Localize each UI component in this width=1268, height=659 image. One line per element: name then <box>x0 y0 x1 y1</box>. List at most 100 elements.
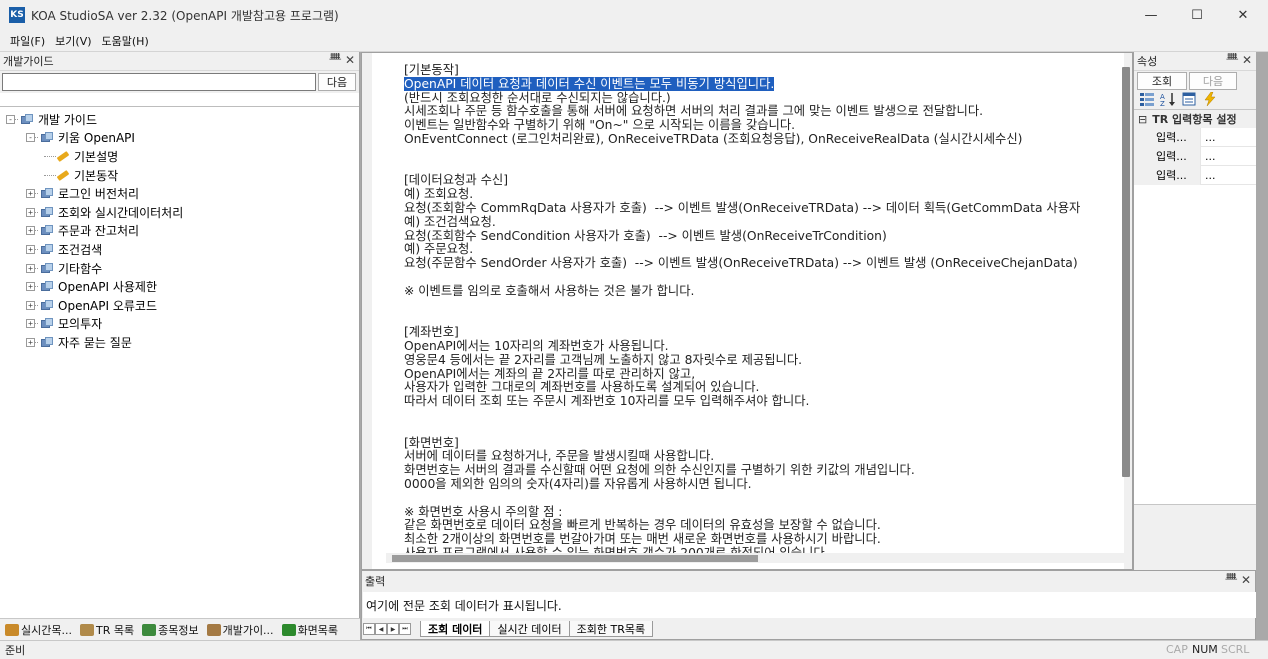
properties-buttons: 조회 다음 <box>1137 72 1237 90</box>
line-text: 0000을 제외한 임의의 숫자(4자리)를 자유롭게 사용하시면 됩니다. <box>404 476 752 491</box>
property-row[interactable]: 입력...... <box>1134 165 1257 185</box>
tree-item-label: 조건검색 <box>58 242 103 257</box>
pin-icon[interactable]: ᚙ <box>1226 574 1238 585</box>
tree-item[interactable]: + 기타함수 <box>0 259 359 278</box>
last-tab-icon[interactable]: ⏭ <box>399 623 411 635</box>
pencil-icon <box>56 169 70 181</box>
properties-header: 속성 ᚙ ✕ <box>1134 52 1256 71</box>
left-tab[interactable]: 종목정보 <box>137 620 201 640</box>
properties-panel: 속성 ᚙ ✕ 조회 다음 AZ ⊟ TR 입력항목 설정 입력...... 입력.… <box>1133 52 1257 570</box>
left-tab[interactable]: TR 목록 <box>75 620 137 640</box>
tree-item[interactable]: + 로그인 버전처리 <box>0 184 359 203</box>
tree-item[interactable]: + OpenAPI 사용제한 <box>0 277 359 296</box>
document-line: OpenAPI 데이터 요청과 데이터 수신 이벤트는 모두 비동기 방식입니다… <box>404 76 1114 92</box>
expand-icon[interactable]: + <box>26 207 35 217</box>
minimize-button[interactable]: — <box>1128 0 1174 30</box>
guide-search-input[interactable] <box>2 73 316 91</box>
menu-help[interactable]: 도움말(H) <box>98 33 155 49</box>
tree-item-label: 개발 가이드 <box>38 112 98 127</box>
left-tab[interactable]: 개발가이... <box>202 620 277 640</box>
tree-item[interactable]: 기본동작 <box>0 166 359 185</box>
line-text: 요청(조회함수 SendCondition 사용자가 호출) --> 이벤트 발… <box>404 228 887 243</box>
left-tab[interactable]: 화면목록 <box>277 620 341 640</box>
document-line: 예) 조건검색요청. <box>404 215 1114 230</box>
categorized-icon[interactable] <box>1138 91 1155 107</box>
next-tab-icon[interactable]: ▶ <box>387 623 399 635</box>
line-text: 요청(주문함수 SendOrder 사용자가 호출) --> 이벤트 발생(On… <box>404 256 1078 271</box>
tab-realtime-data[interactable]: 실시간 데이터 <box>489 621 570 637</box>
collapse-icon[interactable]: - <box>26 133 35 143</box>
horizontal-scrollbar-thumb[interactable] <box>392 555 758 562</box>
tree-item-label: OpenAPI 사용제한 <box>58 280 158 295</box>
collapse-icon[interactable]: ⊟ <box>1138 113 1147 126</box>
close-icon[interactable]: ✕ <box>1241 573 1251 587</box>
document-line: 따라서 데이터 조회 또는 주문시 계좌번호 10자리를 모두 입력해주셔야 합… <box>404 394 1114 409</box>
sort-alphabetical-icon[interactable]: AZ <box>1159 91 1176 107</box>
property-value[interactable]: ... <box>1201 150 1216 163</box>
output-text: 여기에 전문 조회 데이터가 표시됩니다. <box>363 592 1256 618</box>
output-panel: 출력 ᚙ ✕ 여기에 전문 조회 데이터가 표시됩니다. ⏮ ◀ ▶ ⏭ 조회 … <box>361 570 1256 640</box>
close-button[interactable]: ✕ <box>1220 0 1266 30</box>
close-icon[interactable]: ✕ <box>345 53 355 67</box>
prev-tab-icon[interactable]: ◀ <box>375 623 387 635</box>
menu-view[interactable]: 보기(V) <box>51 33 97 49</box>
status-text: 준비 <box>5 644 26 657</box>
collapse-icon[interactable]: - <box>6 114 15 124</box>
expand-icon[interactable]: + <box>26 263 35 273</box>
expand-icon[interactable]: + <box>26 319 35 329</box>
close-icon[interactable]: ✕ <box>1242 53 1252 67</box>
tree-item[interactable]: - 개발 가이드 <box>0 110 359 129</box>
properties-toolbar: AZ <box>1138 90 1218 108</box>
line-text: [데이터요청과 수신] <box>404 173 509 188</box>
tab-icon <box>142 623 157 636</box>
folder-icon <box>41 132 54 143</box>
menu-file[interactable]: 파일(F) <box>0 33 51 49</box>
tree-item[interactable]: - 키움 OpenAPI <box>0 129 359 148</box>
properties-next-button[interactable]: 다음 <box>1189 72 1237 90</box>
expand-icon[interactable]: + <box>26 337 35 347</box>
tree-item[interactable]: + 조회와 실시간데이터처리 <box>0 203 359 222</box>
property-value[interactable]: ... <box>1201 169 1216 182</box>
pin-icon[interactable]: ᚙ <box>330 54 342 65</box>
property-value[interactable]: ... <box>1201 131 1216 144</box>
line-text: OpenAPI에서는 10자리의 계좌번호가 사용됩니다. <box>404 338 669 353</box>
expand-icon[interactable]: + <box>26 282 35 292</box>
window-title: KOA StudioSA ver 2.32 (OpenAPI 개발참고용 프로그… <box>31 8 339 23</box>
left-tab[interactable]: 실시간목... <box>0 620 75 640</box>
first-tab-icon[interactable]: ⏮ <box>363 623 375 635</box>
tree-item[interactable]: + 주문과 잔고처리 <box>0 222 359 241</box>
guide-next-button[interactable]: 다음 <box>318 73 356 91</box>
expand-icon[interactable]: + <box>26 226 35 236</box>
tree-item[interactable]: + OpenAPI 오류코드 <box>0 296 359 315</box>
property-pages-icon[interactable] <box>1180 91 1197 107</box>
query-button[interactable]: 조회 <box>1137 72 1187 90</box>
tab-queried-tr-list[interactable]: 조회한 TR목록 <box>568 621 654 637</box>
num-indicator: NUM <box>1192 643 1218 656</box>
tree-item[interactable]: + 조건검색 <box>0 240 359 259</box>
tree-item[interactable]: + 모의투자 <box>0 315 359 334</box>
property-category[interactable]: ⊟ TR 입력항목 설정 <box>1134 110 1257 128</box>
horizontal-scrollbar-track[interactable] <box>386 553 1124 563</box>
expand-icon[interactable]: + <box>26 244 35 254</box>
expand-icon[interactable]: + <box>26 189 35 199</box>
maximize-button[interactable]: ☐ <box>1174 0 1220 30</box>
property-row[interactable]: 입력...... <box>1134 127 1257 147</box>
tree-item-label: 주문과 잔고처리 <box>58 224 140 239</box>
tree-item[interactable]: 기본설명 <box>0 147 359 166</box>
folder-icon <box>21 113 34 125</box>
left-tab-label: 개발가이... <box>222 623 274 637</box>
expand-icon[interactable]: + <box>26 300 35 310</box>
tree-item[interactable]: + 자주 묻는 질문 <box>0 333 359 352</box>
line-text: 영웅문4 등에서는 끝 2자리를 고객님께 노출하지 않고 8자릿수로 제공됩니… <box>404 352 803 367</box>
tab-query-data[interactable]: 조회 데이터 <box>420 621 491 637</box>
dev-guide-header: 개발가이드 ᚙ ✕ <box>0 52 359 71</box>
svg-text:Z: Z <box>1160 100 1165 106</box>
vertical-scrollbar-thumb[interactable] <box>1122 67 1130 477</box>
events-lightning-icon[interactable] <box>1201 91 1218 107</box>
property-row[interactable]: 입력...... <box>1134 146 1257 166</box>
document-line: [기본동작] <box>404 63 1114 78</box>
pin-icon[interactable]: ᚙ <box>1227 54 1239 65</box>
